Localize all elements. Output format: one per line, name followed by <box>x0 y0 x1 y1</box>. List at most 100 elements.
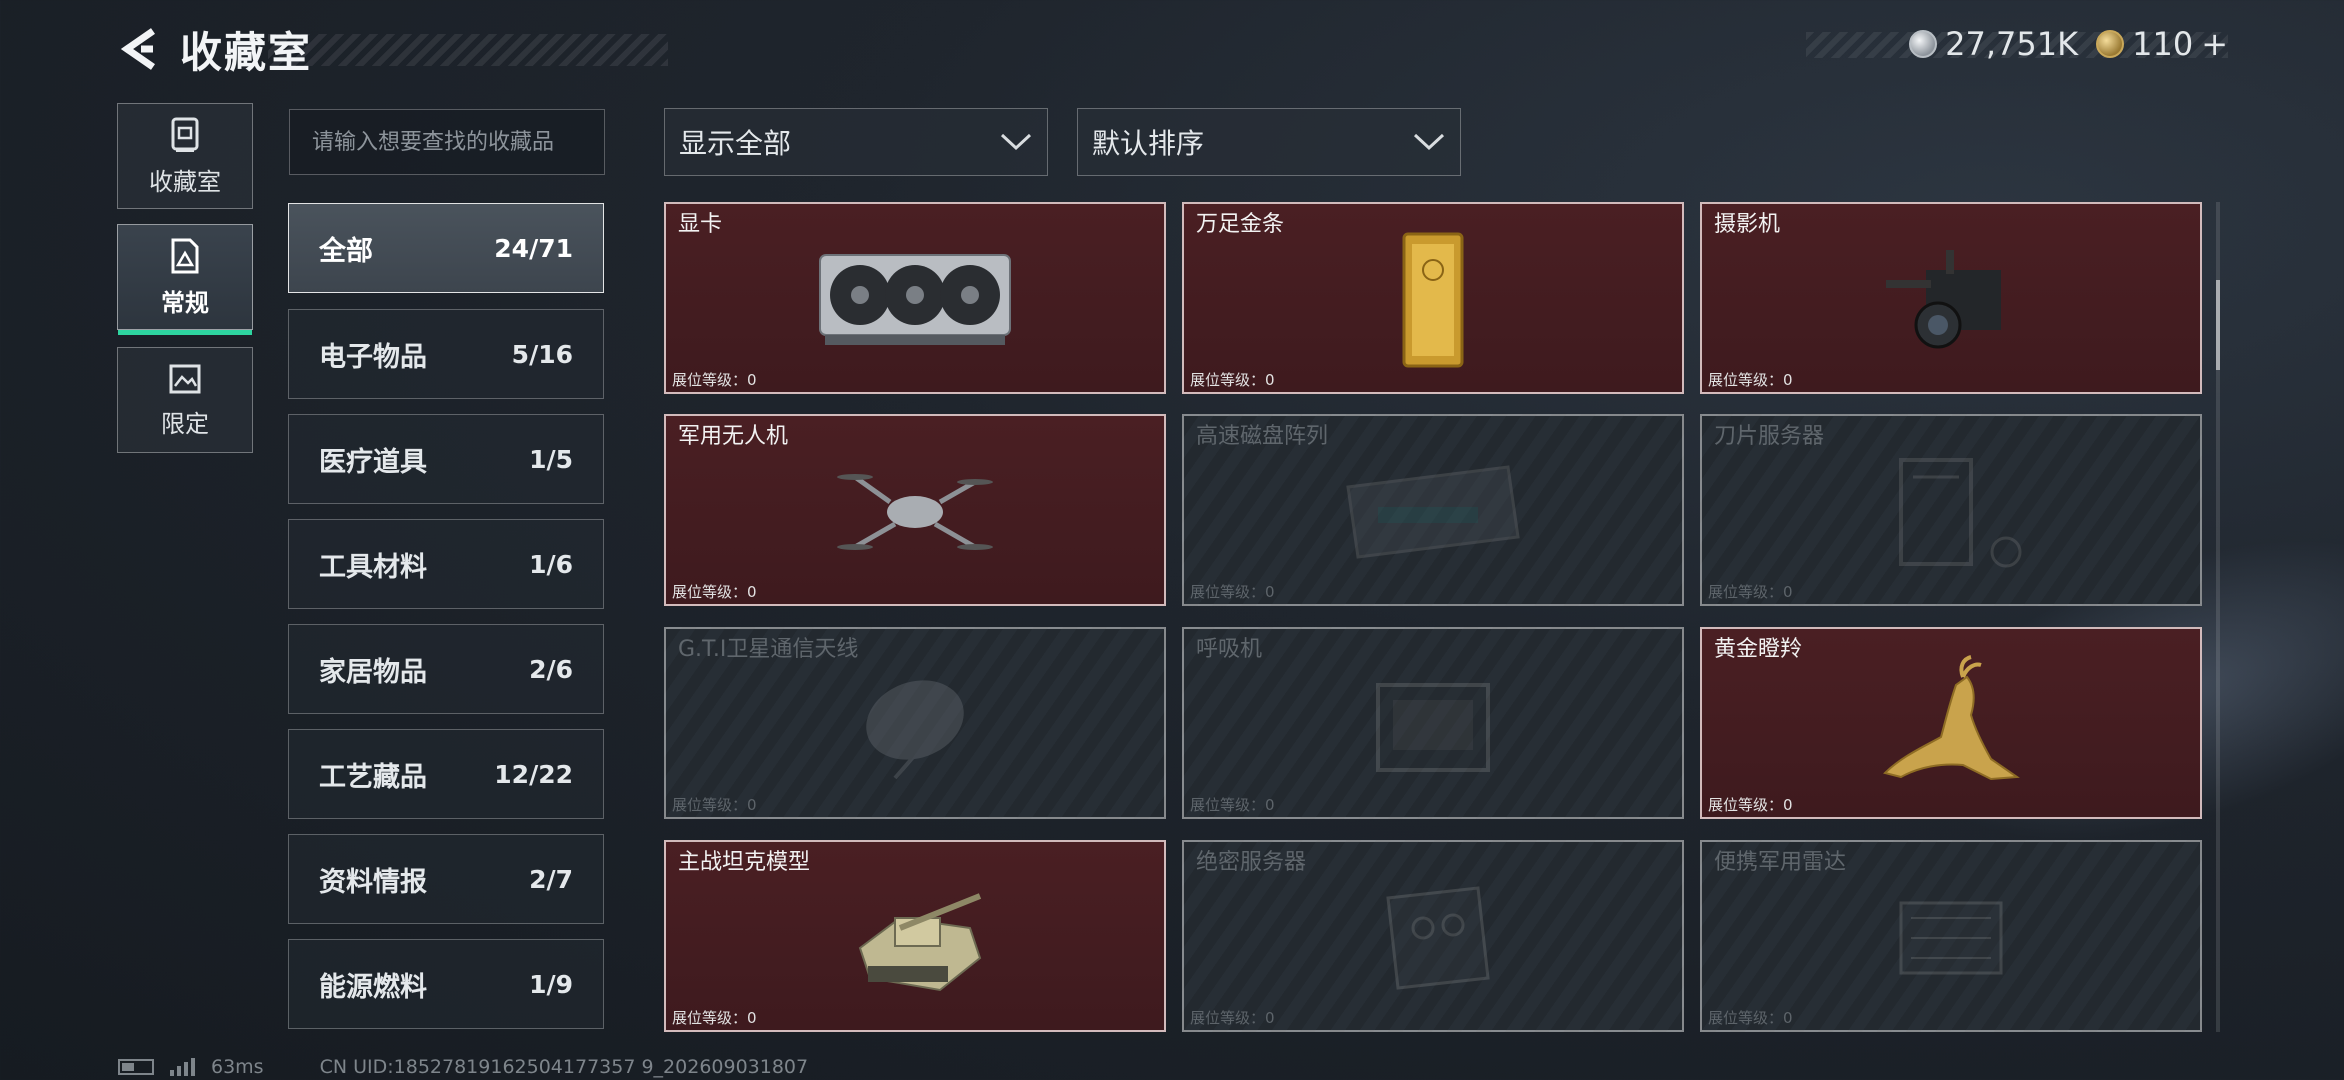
drone-icon <box>835 452 995 576</box>
level-value: 0 <box>1265 1009 1275 1027</box>
satellite-dish-icon <box>855 670 975 784</box>
category-tools[interactable]: 工具材料 1/6 <box>288 519 604 609</box>
item-card[interactable]: 刀片服务器 展位等级：0 <box>1700 414 2202 606</box>
item-card[interactable]: 绝密服务器 展位等级：0 <box>1182 840 1684 1032</box>
item-card[interactable]: 摄影机 展位等级：0 <box>1700 202 2202 394</box>
video-camera-icon <box>1876 240 2026 364</box>
item-name: G.T.I卫星通信天线 <box>678 637 859 662</box>
back-arrow-icon[interactable] <box>118 22 160 76</box>
level-value: 0 <box>747 583 757 601</box>
add-currency-button[interactable]: + <box>2201 25 2228 63</box>
item-name: 万足金条 <box>1196 212 1285 237</box>
item-name: 高速磁盘阵列 <box>1196 424 1329 449</box>
level-label: 展位等级： <box>1708 583 1784 601</box>
item-name: 显卡 <box>678 212 723 237</box>
level-label: 展位等级： <box>672 583 748 601</box>
document-icon <box>171 238 199 273</box>
category-count: 1/5 <box>529 444 573 474</box>
item-card[interactable]: 呼吸机 展位等级：0 <box>1182 627 1684 819</box>
category-name: 工艺藏品 <box>319 761 427 793</box>
search-input[interactable] <box>289 109 605 175</box>
tab-collection-room[interactable]: 收藏室 <box>117 103 253 209</box>
level-label: 展位等级： <box>1708 371 1784 389</box>
item-level: 展位等级：0 <box>1708 1007 1793 1028</box>
level-label: 展位等级： <box>1190 583 1266 601</box>
level-value: 0 <box>747 1009 757 1027</box>
item-card[interactable]: 显卡 展位等级：0 <box>664 202 1166 394</box>
sort-dropdown[interactable]: 默认排序 <box>1077 108 1461 176</box>
active-tab-indicator <box>118 330 252 335</box>
level-label: 展位等级： <box>672 1009 748 1027</box>
item-card[interactable]: 万足金条 展位等级：0 <box>1182 202 1684 394</box>
category-intel[interactable]: 资料情报 2/7 <box>288 834 604 924</box>
silver-coin-icon <box>1909 30 1938 58</box>
gold-currency[interactable]: 110 + <box>2096 25 2228 63</box>
level-label: 展位等级： <box>672 796 748 814</box>
item-card[interactable]: 黄金瞪羚 展位等级：0 <box>1700 627 2202 819</box>
category-name: 医疗道具 <box>319 446 427 478</box>
item-card[interactable]: 主战坦克模型 展位等级：0 <box>664 840 1166 1032</box>
category-name: 能源燃料 <box>319 971 427 1003</box>
graphics-card-icon <box>815 245 1015 359</box>
silver-currency[interactable]: 27,751K <box>1909 25 2078 63</box>
item-level: 展位等级：0 <box>1190 369 1275 390</box>
level-value: 0 <box>1265 583 1275 601</box>
item-level: 展位等级：0 <box>672 1007 757 1028</box>
tab-regular[interactable]: 常规 <box>117 224 253 335</box>
category-energy[interactable]: 能源燃料 1/9 <box>288 939 604 1029</box>
item-card[interactable]: 军用无人机 展位等级：0 <box>664 414 1166 606</box>
item-card[interactable]: 高速磁盘阵列 展位等级：0 <box>1182 414 1684 606</box>
category-count: 24/71 <box>494 233 573 263</box>
category-medical[interactable]: 医疗道具 1/5 <box>288 414 604 504</box>
item-level: 展位等级：0 <box>672 369 757 390</box>
grid-scrollbar-thumb[interactable] <box>2216 280 2220 370</box>
item-level: 展位等级：0 <box>1708 794 1793 815</box>
category-household[interactable]: 家居物品 2/6 <box>288 624 604 714</box>
level-value: 0 <box>1265 796 1275 814</box>
category-count: 1/9 <box>529 969 573 999</box>
item-name: 黄金瞪羚 <box>1714 637 1803 662</box>
level-label: 展位等级： <box>672 371 748 389</box>
display-filter-dropdown[interactable]: 显示全部 <box>664 108 1048 176</box>
category-count: 2/7 <box>529 864 573 894</box>
level-value: 0 <box>1783 583 1793 601</box>
page-title: 收藏室 <box>180 27 313 77</box>
disk-array-icon <box>1338 457 1528 571</box>
category-name: 工具材料 <box>319 551 427 583</box>
item-card[interactable]: 便携军用雷达 展位等级：0 <box>1700 840 2202 1032</box>
sort-value: 默认排序 <box>1092 127 1205 160</box>
item-name: 军用无人机 <box>678 424 789 449</box>
vault-icon <box>171 117 199 152</box>
picture-icon <box>169 364 201 393</box>
status-footer: 63ms CN UID:18527819162504177357 9_20260… <box>118 1056 808 1078</box>
display-filter-value: 显示全部 <box>679 127 792 160</box>
tab-label: 收藏室 <box>149 167 221 196</box>
item-card[interactable]: G.T.I卫星通信天线 展位等级：0 <box>664 627 1166 819</box>
category-crafts[interactable]: 工艺藏品 12/22 <box>288 729 604 819</box>
item-name: 摄影机 <box>1714 212 1781 237</box>
category-name: 资料情报 <box>319 866 427 898</box>
level-value: 0 <box>1265 371 1275 389</box>
server-icon <box>1368 878 1498 1002</box>
tab-limited[interactable]: 限定 <box>117 347 253 453</box>
item-level: 展位等级：0 <box>1190 1007 1275 1028</box>
header: 收藏室 <box>118 22 668 77</box>
category-all[interactable]: 全部 24/71 <box>288 203 604 293</box>
category-name: 电子物品 <box>319 341 427 373</box>
ventilator-icon <box>1368 670 1498 784</box>
level-value: 0 <box>747 371 757 389</box>
item-level: 展位等级：0 <box>1190 794 1275 815</box>
collection-grid: 显卡 展位等级：0 万足金条 展位等级：0 摄影机 展位等级：0 军用无人机 展… <box>664 202 2202 1032</box>
level-value: 0 <box>1783 1009 1793 1027</box>
level-value: 0 <box>1783 796 1793 814</box>
silver-amount: 27,751K <box>1945 25 2079 63</box>
item-level: 展位等级：0 <box>1190 581 1275 602</box>
signal-icon <box>170 1058 195 1076</box>
category-count: 5/16 <box>511 339 573 369</box>
item-level: 展位等级：0 <box>672 794 757 815</box>
category-electronics[interactable]: 电子物品 5/16 <box>288 309 604 399</box>
gold-amount: 110 <box>2132 25 2194 63</box>
level-label: 展位等级： <box>1190 371 1266 389</box>
blade-server-icon <box>1871 452 2031 576</box>
golden-gazelle-icon <box>1871 654 2031 799</box>
